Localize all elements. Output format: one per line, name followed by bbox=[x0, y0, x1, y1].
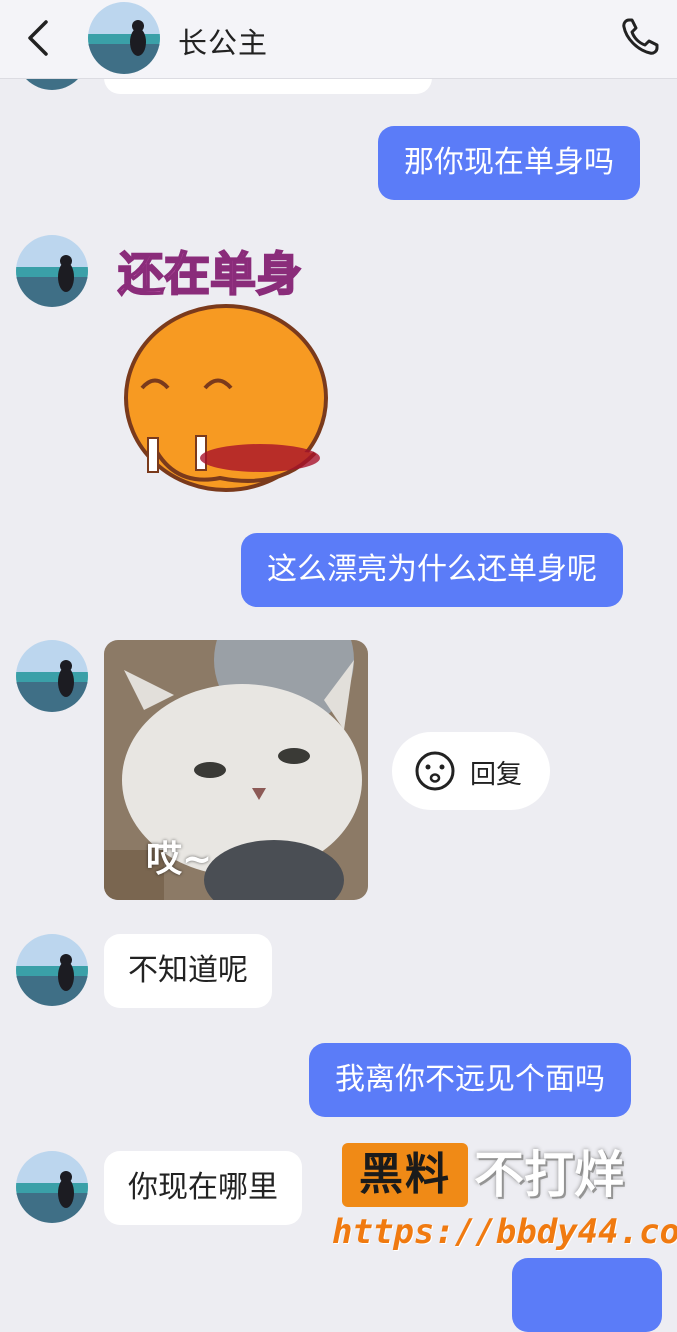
chevron-left-icon[interactable] bbox=[20, 18, 60, 58]
next-message-bubble bbox=[512, 1258, 662, 1332]
chat-title: 长公主 bbox=[178, 26, 269, 60]
watermark-text: 不打烊 bbox=[474, 1146, 624, 1204]
contact-avatar[interactable] bbox=[16, 934, 88, 1006]
image-message[interactable]: 哎~ bbox=[104, 640, 368, 900]
reply-label: 回复 bbox=[470, 760, 523, 790]
chat-header: 长公主 bbox=[0, 0, 677, 79]
sticker-message[interactable]: 还在单身 bbox=[110, 238, 360, 498]
contact-avatar[interactable] bbox=[88, 2, 160, 74]
incoming-message[interactable]: 不知道呢 bbox=[104, 934, 272, 1008]
watermark-url: https://bbdy44.com bbox=[332, 1212, 677, 1252]
contact-avatar[interactable] bbox=[16, 235, 88, 307]
outgoing-message[interactable]: 我离你不远见个面吗 bbox=[309, 1043, 631, 1117]
sticker-text: 还在单身 bbox=[118, 247, 302, 301]
outgoing-message[interactable]: 这么漂亮为什么还单身呢 bbox=[241, 533, 623, 607]
image-caption: 哎~ bbox=[146, 839, 213, 880]
watermark-logo: 黑料 bbox=[342, 1143, 468, 1207]
contact-avatar[interactable] bbox=[16, 640, 88, 712]
reply-button[interactable]: 回复 bbox=[392, 732, 550, 810]
outgoing-message[interactable]: 那你现在单身吗 bbox=[378, 126, 640, 200]
phone-icon[interactable] bbox=[617, 14, 663, 60]
incoming-message[interactable]: 你现在哪里 bbox=[104, 1151, 302, 1225]
contact-avatar[interactable] bbox=[16, 1151, 88, 1223]
smiley-icon bbox=[414, 750, 456, 796]
